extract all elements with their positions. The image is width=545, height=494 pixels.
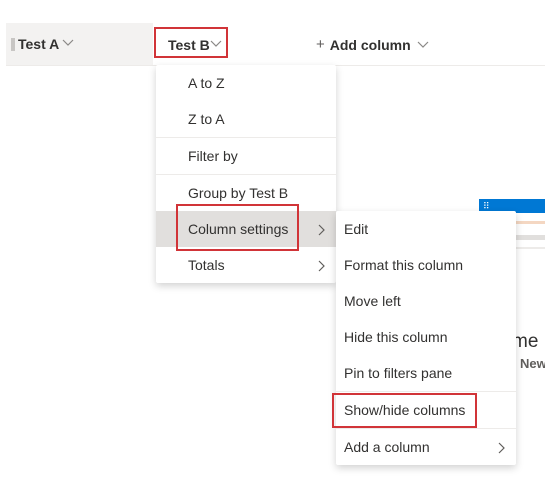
menu-item-label: Z to A bbox=[188, 111, 225, 127]
column-grip-icon[interactable] bbox=[11, 38, 15, 51]
chevron-right-icon bbox=[316, 259, 326, 275]
menu-item-label: Format this column bbox=[344, 257, 464, 273]
plus-icon: + bbox=[316, 36, 325, 53]
chevron-right-icon bbox=[496, 441, 506, 457]
menu-item-label: Totals bbox=[188, 257, 225, 273]
chevron-right-icon bbox=[316, 223, 326, 239]
chevron-down-icon bbox=[62, 36, 74, 50]
card-line bbox=[515, 247, 545, 249]
submenu-item-add-column[interactable]: Add a column bbox=[336, 429, 516, 465]
menu-item-label: Group by Test B bbox=[188, 185, 289, 201]
menu-item-label: Add a column bbox=[344, 439, 430, 455]
menu-item-label: Edit bbox=[344, 221, 369, 237]
background-link-fragment: New bbox=[520, 356, 545, 371]
add-column-label: Add column bbox=[329, 36, 411, 53]
column-header-label: Test A bbox=[18, 36, 60, 52]
column-header-label: Test B bbox=[168, 37, 210, 53]
submenu-item-hide-column[interactable]: Hide this column bbox=[336, 319, 516, 355]
highlight-box-show-hide-columns bbox=[332, 393, 477, 428]
column-header-test-a[interactable]: Test A bbox=[6, 23, 153, 65]
menu-item-filter-by[interactable]: Filter by bbox=[156, 138, 336, 174]
submenu-item-pin-to-filters[interactable]: Pin to filters pane bbox=[336, 355, 516, 391]
submenu-item-format-column[interactable]: Format this column bbox=[336, 247, 516, 283]
menu-item-label: A to Z bbox=[188, 75, 225, 91]
column-header-test-b[interactable]: Test B bbox=[154, 27, 228, 58]
menu-item-sort-z-a[interactable]: Z to A bbox=[156, 101, 336, 137]
menu-item-label: Hide this column bbox=[344, 329, 448, 345]
submenu-item-move-left[interactable]: Move left bbox=[336, 283, 516, 319]
menu-item-label: Move left bbox=[344, 293, 401, 309]
highlight-box-column-settings bbox=[176, 204, 299, 251]
menu-item-totals[interactable]: Totals bbox=[156, 247, 336, 283]
add-column-button[interactable]: + Add column bbox=[316, 36, 429, 53]
menu-item-sort-a-z[interactable]: A to Z bbox=[156, 65, 336, 101]
chevron-down-icon bbox=[417, 38, 429, 52]
card-line bbox=[515, 221, 545, 224]
menu-item-label: Pin to filters pane bbox=[344, 365, 453, 381]
menu-item-label: Filter by bbox=[188, 148, 238, 164]
card-line bbox=[515, 235, 545, 240]
chevron-down-icon bbox=[210, 37, 222, 51]
submenu-item-edit[interactable]: Edit bbox=[336, 211, 516, 247]
